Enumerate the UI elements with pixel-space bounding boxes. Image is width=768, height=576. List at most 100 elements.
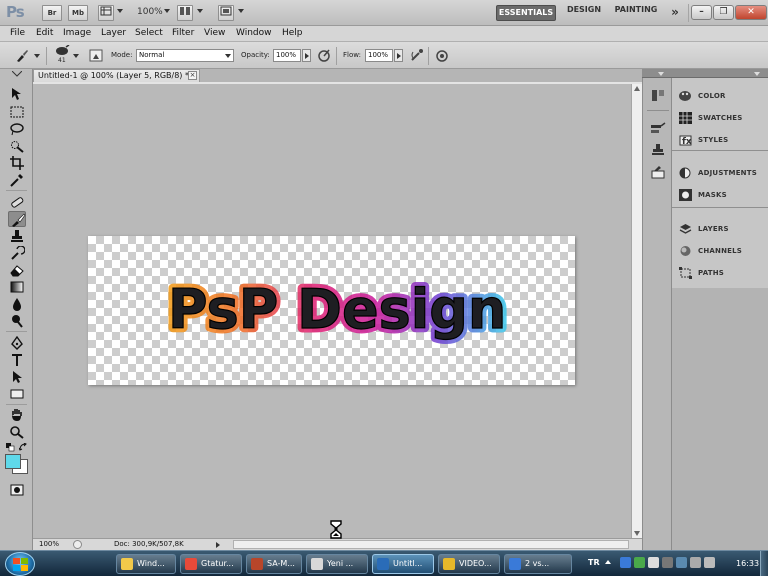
marquee-tool[interactable] xyxy=(8,104,26,120)
minimize-button[interactable]: – xyxy=(691,5,712,20)
start-button[interactable] xyxy=(5,552,35,576)
opacity-input[interactable]: 100% xyxy=(273,49,301,62)
document-tab[interactable]: Untitled-1 @ 100% (Layer 5, RGB/8) * xyxy=(33,69,200,83)
status-options-icon[interactable] xyxy=(73,540,82,549)
panel-channels[interactable]: CHANNELS xyxy=(672,241,768,261)
language-indicator[interactable]: TR xyxy=(588,558,600,567)
mini-bridge-button[interactable]: Mb xyxy=(68,5,88,21)
zoom-level-dropdown[interactable]: 100% xyxy=(137,7,163,17)
chevron-down-icon[interactable] xyxy=(117,9,123,13)
healing-brush-tool[interactable] xyxy=(8,194,26,210)
swap-colors-icon[interactable] xyxy=(19,443,28,452)
taskbar-button[interactable]: Untitl... xyxy=(372,554,434,574)
clone-stamp-tool[interactable] xyxy=(8,228,26,244)
image-canvas[interactable]: PsP Design PsP Design xyxy=(88,236,575,385)
menu-layer[interactable]: Layer xyxy=(101,28,126,38)
blur-tool[interactable] xyxy=(8,296,26,312)
panel-adjustments[interactable]: ADJUSTMENTS xyxy=(672,163,768,183)
close-button[interactable]: ✕ xyxy=(735,5,767,20)
flow-slider-toggle[interactable] xyxy=(394,49,403,62)
history-brush-tool[interactable] xyxy=(8,245,26,261)
lasso-tool[interactable] xyxy=(8,121,26,137)
chevron-down-icon[interactable] xyxy=(73,54,79,58)
taskbar-button[interactable]: Yeni ... xyxy=(306,554,368,574)
panel-layers[interactable]: LAYERS xyxy=(672,219,768,239)
taskbar-button[interactable]: SA-M... xyxy=(246,554,302,574)
arrange-documents-button[interactable] xyxy=(177,5,193,21)
history-panel-icon[interactable] xyxy=(650,88,666,103)
default-colors-icon[interactable] xyxy=(6,443,16,452)
eyedropper-tool[interactable] xyxy=(8,172,26,188)
clone-source-icon[interactable] xyxy=(650,143,666,158)
brush-tool[interactable] xyxy=(8,211,26,227)
tray-app-icon[interactable] xyxy=(620,557,631,568)
close-document-button[interactable]: × xyxy=(188,71,197,80)
quick-selection-tool[interactable] xyxy=(8,138,26,154)
chevron-down-icon[interactable] xyxy=(238,9,244,13)
opacity-slider-toggle[interactable] xyxy=(302,49,311,62)
menu-select[interactable]: Select xyxy=(135,28,163,38)
volume-icon[interactable] xyxy=(676,557,687,568)
shape-tool[interactable] xyxy=(8,386,26,402)
menu-file[interactable]: File xyxy=(10,28,25,38)
chevron-down-icon[interactable] xyxy=(34,54,40,58)
collapse-tools-icon[interactable] xyxy=(12,71,22,77)
scroll-up-icon[interactable] xyxy=(634,86,640,91)
foreground-color-swatch[interactable] xyxy=(5,454,21,469)
menu-help[interactable]: Help xyxy=(282,28,303,38)
status-zoom[interactable]: 100% xyxy=(39,539,59,550)
taskbar-button[interactable]: 2 vs... xyxy=(504,554,572,574)
show-desktop-button[interactable] xyxy=(760,551,768,576)
show-hidden-icons[interactable] xyxy=(605,560,611,564)
bridge-button[interactable]: Br xyxy=(42,5,62,21)
quick-mask-button[interactable] xyxy=(8,482,26,498)
workspace-design[interactable]: DESIGN xyxy=(564,5,604,21)
chevron-down-icon[interactable] xyxy=(225,54,231,58)
airbrush-icon[interactable] xyxy=(409,48,425,63)
power-icon[interactable] xyxy=(704,557,715,568)
restore-button[interactable]: ❐ xyxy=(713,5,734,20)
path-selection-tool[interactable] xyxy=(8,369,26,385)
taskbar-button[interactable]: Gtatur... xyxy=(180,554,242,574)
panel-masks[interactable]: MASKS xyxy=(672,185,768,205)
pressure-size-icon[interactable] xyxy=(434,48,450,63)
collapse-panels-icon[interactable] xyxy=(754,72,760,76)
tool-presets-icon[interactable] xyxy=(650,165,666,180)
panel-styles[interactable]: fx STYLES xyxy=(672,130,768,150)
tray-app-icon[interactable] xyxy=(648,557,659,568)
panel-paths[interactable]: PATHS xyxy=(672,263,768,283)
panel-color[interactable]: COLOR xyxy=(672,86,768,106)
menu-view[interactable]: View xyxy=(204,28,225,38)
screen-mode-button[interactable] xyxy=(218,5,234,21)
status-menu-icon[interactable] xyxy=(216,542,220,548)
menu-edit[interactable]: Edit xyxy=(36,28,53,38)
chevron-down-icon[interactable] xyxy=(164,9,170,13)
move-tool[interactable] xyxy=(8,86,26,102)
pressure-opacity-icon[interactable] xyxy=(316,48,332,63)
hand-tool[interactable] xyxy=(8,407,26,423)
brush-tool-preset-icon[interactable] xyxy=(14,48,30,63)
dock-header[interactable] xyxy=(642,69,768,78)
type-tool[interactable] xyxy=(8,352,26,368)
horizontal-scrollbar[interactable] xyxy=(233,540,629,549)
menu-filter[interactable]: Filter xyxy=(172,28,194,38)
brush-panel-toggle-icon[interactable] xyxy=(88,48,104,63)
canvas-pasteboard[interactable]: PsP Design PsP Design xyxy=(33,84,631,538)
menu-image[interactable]: Image xyxy=(63,28,91,38)
zoom-tool[interactable] xyxy=(8,424,26,440)
view-extras-button[interactable] xyxy=(98,5,114,21)
taskbar-button[interactable]: Wind... xyxy=(116,554,176,574)
workspace-essentials[interactable]: ESSENTIALS xyxy=(496,5,556,21)
taskbar-button[interactable]: VIDEO... xyxy=(438,554,500,574)
gradient-tool[interactable] xyxy=(8,279,26,295)
pen-tool[interactable] xyxy=(8,335,26,351)
mode-select[interactable]: Normal xyxy=(136,49,234,62)
collapse-dock-icon[interactable] xyxy=(658,72,664,76)
workspace-painting[interactable]: PAINTING xyxy=(612,5,660,21)
brush-presets-icon[interactable] xyxy=(650,121,666,136)
action-center-icon[interactable] xyxy=(690,557,701,568)
eraser-tool[interactable] xyxy=(8,262,26,278)
vertical-scrollbar[interactable] xyxy=(631,84,642,538)
menu-window[interactable]: Window xyxy=(236,28,272,38)
network-icon[interactable] xyxy=(662,557,673,568)
